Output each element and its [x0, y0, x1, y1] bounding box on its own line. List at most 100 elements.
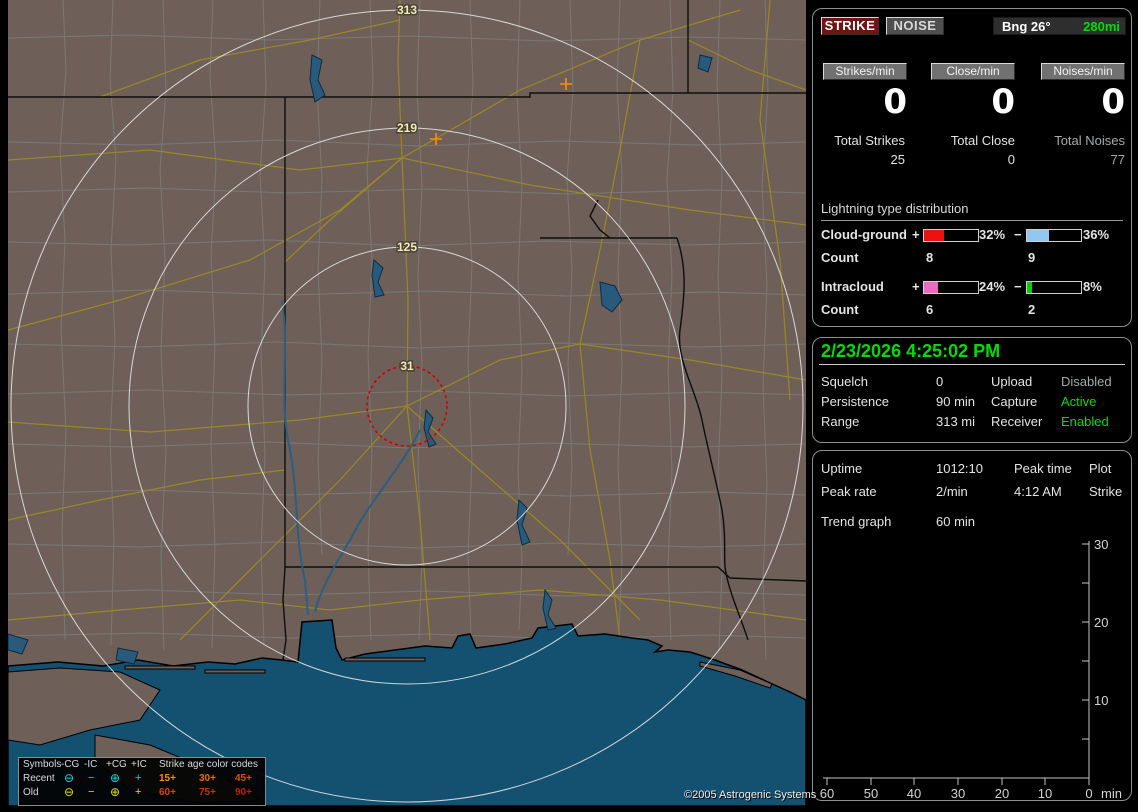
x-axis-unit: min — [1101, 786, 1122, 800]
range-label: Range — [821, 414, 860, 429]
x-tick-30: 30 — [951, 786, 965, 800]
receiver-label: Receiver — [991, 414, 1043, 429]
x-tick-60: 60 — [820, 786, 834, 800]
map-legend: Symbols -CG -IC +CG +IC Strike age color… — [18, 757, 266, 806]
bearing-distance-box: Bng 26° 280mi — [993, 17, 1126, 35]
cg-positive-count: 8 — [926, 250, 934, 265]
neg-cg-recent-icon: ⊖ — [64, 771, 75, 785]
pos-cg-recent-icon: ⊕ — [110, 771, 121, 785]
ic-positive-bar — [923, 281, 979, 294]
close-per-min-value: 0 — [991, 82, 1015, 122]
cg-negative-count: 9 — [1028, 250, 1036, 265]
persistence-value: 90 min — [936, 394, 976, 409]
age-30: 30+ — [199, 773, 216, 784]
copyright-text: ©2005 Astrogenic Systems — [684, 789, 817, 801]
pos-cg-old-icon: ⊕ — [110, 785, 121, 799]
receiver-status: Enabled — [1061, 414, 1109, 429]
x-tick-40: 40 — [907, 786, 921, 800]
squelch-value: 0 — [936, 374, 944, 389]
legend-col-ic-pos: +IC — [131, 759, 147, 770]
ring-label-31: 31 — [400, 359, 414, 373]
age-90: 90+ — [235, 787, 252, 798]
close-per-min-button[interactable]: Close/min — [931, 63, 1015, 80]
legend-row-recent-label: Recent — [23, 773, 55, 784]
ring-label-125: 125 — [397, 240, 417, 254]
ic-count-label: Count — [821, 302, 859, 317]
noises-per-min-button[interactable]: Noises/min — [1041, 63, 1125, 80]
y-tick-30: 30 — [1094, 537, 1108, 552]
cloud-ground-label: Cloud-ground — [821, 227, 907, 242]
legend-col-cg-neg: -CG — [61, 759, 80, 770]
range-value: 313 mi — [936, 414, 976, 429]
x-tick-0: 0 — [1085, 786, 1092, 800]
total-strikes-value: 25 — [890, 152, 905, 167]
pos-ic-old-icon: + — [135, 786, 142, 798]
ic-positive-pct: 24% — [979, 279, 1006, 294]
x-tick-50: 50 — [864, 786, 878, 800]
status-panel: 2/23/2026 4:25:02 PM Squelch 0 Upload Di… — [812, 337, 1132, 443]
ic-negative-bar — [1026, 281, 1082, 294]
distribution-title: Lightning type distribution — [821, 201, 969, 216]
capture-label: Capture — [991, 394, 1038, 409]
bearing-value: Bng 26° — [1002, 19, 1051, 34]
age-60: 60+ — [159, 787, 176, 798]
ic-plus-sign: + — [912, 279, 920, 294]
strikes-per-min-button[interactable]: Strikes/min — [823, 63, 907, 80]
total-noises-value: 77 — [1110, 152, 1125, 167]
intracloud-label: Intracloud — [821, 279, 884, 294]
ic-negative-pct: 8% — [1083, 279, 1102, 294]
map-canvas: 313 219 125 31 — [8, 0, 806, 806]
cg-plus-sign: + — [912, 227, 920, 242]
ic-negative-count: 2 — [1028, 302, 1036, 317]
cg-negative-bar — [1026, 229, 1082, 242]
legend-symbols-header: Symbols — [23, 759, 62, 770]
trend-graph: 30 20 10 60 50 40 30 20 10 0 min — [820, 537, 1122, 800]
persistence-label: Persistence — [821, 394, 889, 409]
total-noises-label: Total Noises — [1054, 133, 1125, 148]
total-strikes-label: Total Strikes — [834, 133, 905, 148]
legend-col-cg-pos: +CG — [106, 759, 127, 770]
x-tick-labels: 60 50 40 30 20 10 0 — [820, 786, 1093, 800]
cg-minus-sign: − — [1014, 227, 1022, 242]
upload-label: Upload — [991, 374, 1033, 389]
distribution-separator — [821, 220, 1123, 221]
legend-row-old-label: Old — [23, 787, 39, 798]
upload-status: Disabled — [1061, 374, 1112, 389]
ic-positive-count: 6 — [926, 302, 934, 317]
noises-per-min-value: 0 — [1101, 82, 1125, 122]
age-45: 45+ — [235, 773, 252, 784]
total-close-label: Total Close — [950, 133, 1015, 148]
cg-count-label: Count — [821, 250, 859, 265]
capture-status: Active — [1061, 394, 1097, 409]
strike-mode-button[interactable]: STRIKE — [821, 17, 879, 35]
cg-negative-pct: 36% — [1083, 227, 1110, 242]
total-close-value: 0 — [1007, 152, 1015, 167]
neg-ic-old-icon: − — [88, 786, 95, 798]
distance-value: 280mi — [1083, 19, 1120, 34]
noise-mode-button[interactable]: NOISE — [886, 17, 944, 35]
cg-positive-bar — [923, 229, 979, 242]
x-tick-10: 10 — [1038, 786, 1052, 800]
pos-ic-recent-icon: + — [135, 772, 142, 784]
y-tick-20: 20 — [1094, 615, 1108, 630]
counters-panel: STRIKE NOISE Bng 26° 280mi Strikes/min C… — [812, 8, 1132, 327]
legend-age-header: Strike age color codes — [159, 759, 258, 770]
y-tick-10: 10 — [1094, 693, 1108, 708]
neg-ic-recent-icon: − — [88, 772, 95, 784]
stats-trend-panel: Uptime 1012:10 Peak time Plot Peak rate … — [812, 450, 1132, 801]
x-tick-20: 20 — [995, 786, 1009, 800]
neg-cg-old-icon: ⊖ — [64, 785, 75, 799]
age-15: 15+ — [159, 773, 176, 784]
ic-minus-sign: − — [1014, 279, 1022, 294]
ring-label-313: 313 — [397, 3, 417, 17]
squelch-label: Squelch — [821, 374, 868, 389]
age-75: 75+ — [199, 787, 216, 798]
lightning-map[interactable]: 313 219 125 31 Symbols -CG -IC +CG +IC S… — [8, 0, 806, 806]
legend-col-ic-neg: -IC — [84, 759, 98, 770]
trend-axes — [823, 541, 1090, 785]
cg-positive-pct: 32% — [979, 227, 1006, 242]
ring-label-219: 219 — [397, 121, 417, 135]
datetime-underline — [819, 364, 1125, 365]
datetime-display: 2/23/2026 4:25:02 PM — [821, 341, 1001, 361]
strikes-per-min-value: 0 — [883, 82, 907, 122]
